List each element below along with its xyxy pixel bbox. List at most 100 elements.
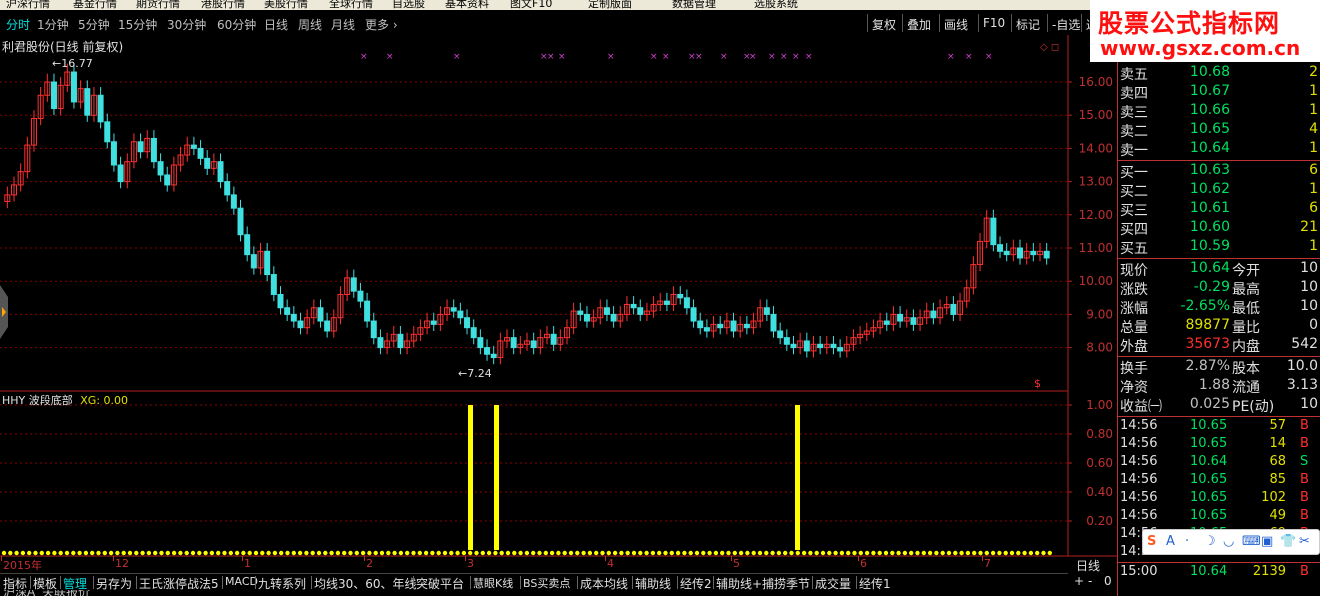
indicator-dot xyxy=(266,550,271,556)
panel-divider xyxy=(1118,356,1320,357)
candle-body xyxy=(270,274,277,295)
tray-icon[interactable]: A xyxy=(1166,534,1175,549)
stat-label: 今开 xyxy=(1232,263,1260,279)
top-menu-item[interactable]: 全球行情 xyxy=(329,0,373,10)
candle-body xyxy=(690,307,697,322)
indicator-dot xyxy=(159,550,164,556)
indicator-dot xyxy=(568,550,574,556)
indicator-dot xyxy=(234,550,240,556)
indicator-tab[interactable]: MACD xyxy=(225,575,258,588)
input-method-toolbar[interactable]: S A · ☽ ◡ ⌨ ▣ 👕 ✂ xyxy=(1142,529,1320,555)
indicator-dot xyxy=(587,550,593,556)
indicator-dot xyxy=(178,550,183,556)
indicator-dot xyxy=(581,550,586,556)
zoom-button[interactable]: 0 xyxy=(1104,574,1112,588)
indicator-dot xyxy=(8,550,13,556)
stat-value: 542 xyxy=(1291,336,1318,352)
period-button[interactable]: 周线 xyxy=(298,16,322,33)
tray-icon[interactable]: ✂ xyxy=(1299,534,1310,549)
tray-icon[interactable]: 👕 xyxy=(1280,534,1296,549)
tray-icon[interactable]: ⌨ xyxy=(1242,534,1261,549)
top-menu-item[interactable]: 数据管理 xyxy=(672,0,716,10)
indicator-dot xyxy=(83,550,89,556)
signal-marker: × xyxy=(985,52,993,62)
candle-body xyxy=(110,141,117,166)
panel-divider xyxy=(1118,416,1320,417)
bottom-tab[interactable]: 关联报价 xyxy=(42,590,90,596)
top-menu-item[interactable]: 自选股 xyxy=(392,0,425,10)
period-button[interactable]: 30分钟 xyxy=(167,16,206,33)
chart-title: 利君股份(日线 前复权) xyxy=(2,40,124,54)
toolbar-button[interactable]: 画线 xyxy=(944,16,968,33)
quote-label: 买二 xyxy=(1120,184,1148,200)
toolbar-button[interactable]: -自选 xyxy=(1052,16,1080,33)
top-menu-item[interactable]: 美股行情 xyxy=(264,0,308,10)
top-menu-item[interactable]: 基金行情 xyxy=(73,0,117,10)
indicator-dot xyxy=(96,550,101,556)
stat-label: 净资 xyxy=(1120,380,1148,396)
trade-row: 14:56 10.64 68 S xyxy=(1120,454,1320,472)
period-button[interactable]: 1分钟 xyxy=(37,16,69,33)
tray-icon[interactable]: ▣ xyxy=(1261,534,1273,549)
candle-body xyxy=(457,310,464,319)
indicator-dot xyxy=(902,550,908,556)
candle-body xyxy=(484,347,491,355)
period-button[interactable]: 60分钟 xyxy=(217,16,256,33)
period-button[interactable]: 日线 xyxy=(264,16,288,33)
zoom-button[interactable]: - xyxy=(1088,574,1092,588)
date-tick xyxy=(1,556,2,561)
stat-label: PE(动) xyxy=(1232,399,1275,415)
toolbar-button[interactable]: 叠加 xyxy=(907,16,931,33)
indicator-dot xyxy=(411,550,416,556)
tray-icon[interactable]: S xyxy=(1147,534,1156,549)
indicator-dot xyxy=(732,550,737,556)
trade-price: 10.65 xyxy=(1190,436,1228,451)
top-menu-item[interactable]: 图文F10 xyxy=(510,0,552,10)
date-label: 6 xyxy=(860,557,867,570)
period-button[interactable]: 15分钟 xyxy=(118,16,157,33)
stat-label: 最高 xyxy=(1232,282,1260,298)
bottom-tab[interactable]: 沪深A xyxy=(3,590,35,596)
trade-row: 14:56 10.65 85 B xyxy=(1120,472,1320,490)
top-menu-item[interactable]: 港股行情 xyxy=(201,0,245,10)
candle-body xyxy=(317,307,324,322)
candle-body xyxy=(290,313,297,322)
trade-volume: 2139 xyxy=(1252,564,1286,579)
indicator-dot xyxy=(121,550,126,556)
top-menu-item[interactable]: 选股系统 xyxy=(754,0,798,10)
top-menu-item[interactable]: 期货行情 xyxy=(136,0,180,10)
period-button[interactable]: 月线 xyxy=(331,16,355,33)
tab-separator xyxy=(222,576,223,589)
period-button[interactable]: 5分钟 xyxy=(78,16,110,33)
tray-icon[interactable]: ☽ xyxy=(1204,534,1216,549)
indicator-dot xyxy=(688,550,693,556)
candle-body xyxy=(370,320,377,339)
candle-body xyxy=(397,333,404,349)
toolbar-button[interactable]: F10 xyxy=(983,16,1005,30)
candle-body xyxy=(663,300,670,305)
indicator-tab[interactable]: 慧眼K线 xyxy=(473,575,513,591)
indicator-tick-label: 1.00 xyxy=(1086,398,1113,412)
tray-icon[interactable]: · xyxy=(1185,534,1189,549)
indicator-tab[interactable]: BS买卖点 xyxy=(523,575,570,591)
period-button[interactable]: 分时 xyxy=(6,16,30,33)
period-button[interactable]: 更多 › xyxy=(365,16,398,33)
top-menu-item[interactable]: 沪深行情 xyxy=(6,0,50,10)
tab-separator xyxy=(520,576,521,589)
indicator-dot xyxy=(354,550,359,556)
kline-chart[interactable]: 16.0015.0014.0013.0012.0011.0010.009.008… xyxy=(0,35,1117,591)
tray-icon[interactable]: ◡ xyxy=(1223,534,1234,549)
toolbar-button[interactable]: 标记 xyxy=(1016,16,1040,33)
toolbar-button[interactable]: 复权 xyxy=(872,16,896,33)
stat-label: 外盘 xyxy=(1120,339,1148,355)
indicator-dot xyxy=(209,550,215,556)
trade-flag: B xyxy=(1300,472,1309,487)
quote-row: 买五 10.59 1 xyxy=(1120,238,1320,257)
top-menu-item[interactable]: 定制版面 xyxy=(588,0,632,10)
top-menu-item[interactable]: 基本资料 xyxy=(445,0,489,10)
quote-row: 卖二 10.65 4 xyxy=(1120,121,1320,140)
indicator-dot xyxy=(997,550,1002,556)
zoom-button[interactable]: + xyxy=(1074,574,1084,588)
indicator-dot xyxy=(606,550,611,556)
tab-separator xyxy=(812,576,813,589)
